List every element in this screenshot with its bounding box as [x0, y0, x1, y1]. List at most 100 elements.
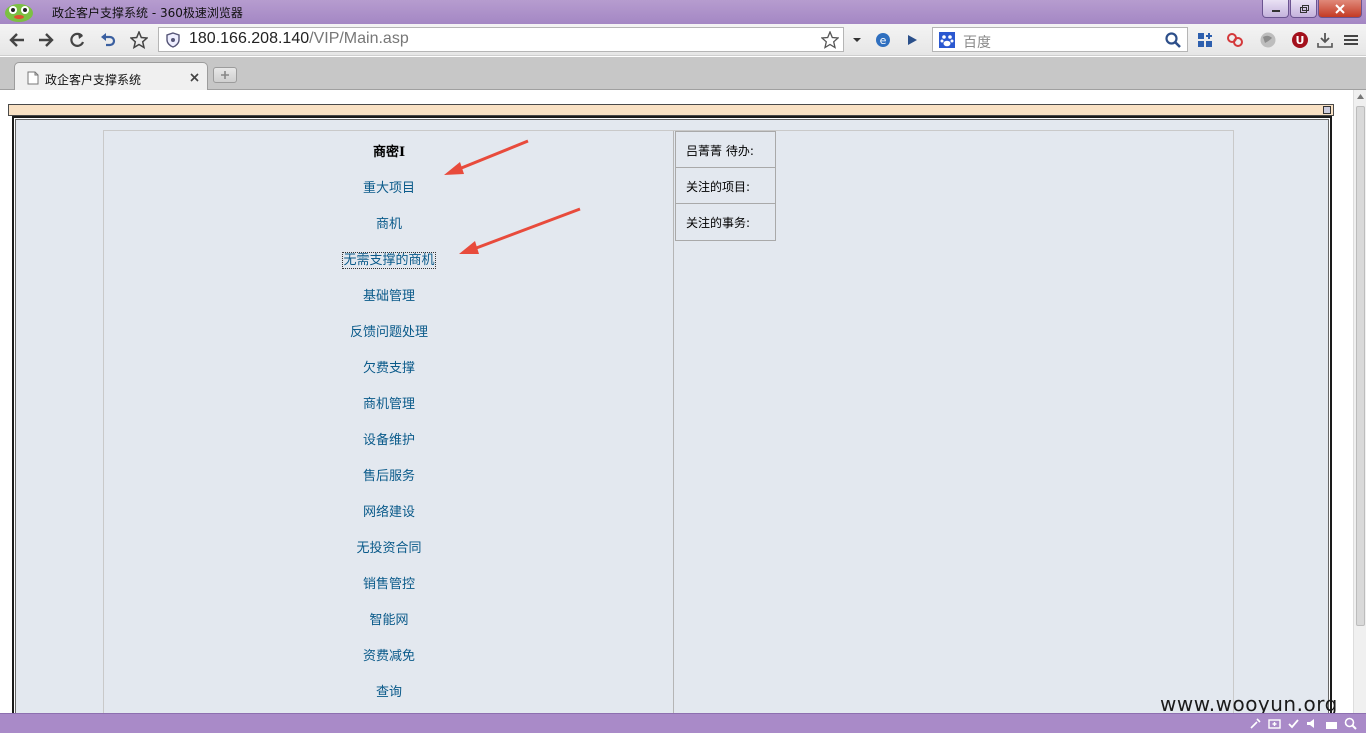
menu-link-fee-reduction[interactable]: 资费减免	[104, 645, 674, 664]
globe-button[interactable]	[1257, 29, 1279, 51]
menu-link-arrears-support[interactable]: 欠费支撑	[104, 357, 674, 376]
tab-close-icon[interactable]	[190, 73, 199, 82]
svg-text:e: e	[880, 34, 887, 47]
apps-button[interactable]	[1194, 29, 1216, 51]
browser-logo-icon	[5, 4, 33, 22]
tab-label: 政企客户支撑系统	[45, 73, 142, 87]
menu-link-major-projects[interactable]: 重大项目	[104, 177, 674, 196]
chevron-down-icon	[853, 38, 861, 42]
menu-link-sales-control[interactable]: 销售管控	[104, 573, 674, 592]
menu-link-unsupported-opportunities[interactable]: 无需支撑的商机	[104, 249, 674, 269]
todo-row: 吕菁菁 待办:	[676, 132, 775, 168]
menu-column: 商密I 重大项目 商机 无需支撑的商机 基础管理 反馈问题处理 欠费支撑 商机管…	[104, 131, 674, 713]
undo-close-button[interactable]	[97, 29, 119, 51]
status-device-button[interactable]	[1324, 716, 1339, 731]
baidu-paw-icon	[939, 32, 955, 48]
bookmark-button[interactable]	[128, 29, 150, 51]
user-u-icon: U	[1292, 32, 1308, 48]
minimize-button[interactable]	[1262, 0, 1289, 18]
undo-icon	[101, 33, 116, 47]
annotation-arrow-2	[459, 207, 581, 254]
menu-button[interactable]	[1340, 29, 1362, 51]
menu-link-opportunities[interactable]: 商机	[104, 213, 674, 232]
search-box[interactable]: 百度	[932, 27, 1188, 52]
status-bar	[0, 713, 1366, 733]
frame-toggle-button[interactable]	[1323, 106, 1331, 114]
tab-strip: 政企客户支撑系统	[0, 57, 1366, 91]
vertical-scrollbar[interactable]	[1353, 90, 1366, 713]
back-button[interactable]	[6, 29, 28, 51]
search-placeholder: 百度	[963, 35, 991, 51]
url-path: /VIP/Main.asp	[309, 30, 409, 47]
minimize-icon	[1271, 9, 1280, 12]
window-titlebar: 政企客户支撑系统 - 360极速浏览器	[0, 0, 1366, 24]
download-icon	[1317, 33, 1333, 48]
search-button[interactable]	[1162, 29, 1184, 51]
forward-arrow-icon	[39, 33, 54, 47]
menu-link-query[interactable]: 查询	[104, 681, 674, 700]
page-document-icon	[27, 71, 39, 85]
tool-icon	[1250, 718, 1261, 729]
security-shield-icon	[166, 32, 180, 48]
close-window-button[interactable]	[1318, 0, 1362, 18]
ie-mode-button[interactable]: e	[872, 29, 894, 51]
menu-link-equipment-maintenance[interactable]: 设备维护	[104, 429, 674, 448]
play-button[interactable]	[901, 29, 923, 51]
back-arrow-icon	[9, 33, 24, 47]
extension-rings-icon	[1227, 33, 1243, 47]
user-status-panel: 吕菁菁 待办: 关注的项目: 关注的事务:	[675, 131, 776, 241]
device-icon	[1326, 722, 1337, 729]
address-dropdown-button[interactable]	[846, 29, 868, 51]
favorite-star-icon[interactable]	[821, 31, 839, 49]
svg-text:U: U	[1296, 34, 1305, 47]
zoom-icon	[1344, 717, 1357, 730]
window-title: 政企客户支撑系统 - 360极速浏览器	[52, 6, 243, 20]
plus-icon	[221, 71, 229, 79]
scrollbar-thumb[interactable]	[1356, 106, 1365, 626]
menu-link-after-sales[interactable]: 售后服务	[104, 465, 674, 484]
address-bar[interactable]: 180.166.208.140/VIP/Main.asp	[158, 27, 844, 52]
status-volume-button[interactable]	[1305, 716, 1320, 731]
forward-button[interactable]	[35, 29, 57, 51]
menu-link-no-investment-contract[interactable]: 无投资合同	[104, 537, 674, 556]
reload-icon	[70, 32, 85, 47]
url-host: 180.166.208.140	[189, 30, 310, 47]
reload-button[interactable]	[66, 29, 88, 51]
menu-link-feedback-handling[interactable]: 反馈问题处理	[104, 321, 674, 340]
tab-active[interactable]: 政企客户支撑系统	[14, 62, 208, 91]
downloads-button[interactable]	[1314, 29, 1336, 51]
status-tool-button[interactable]	[1248, 716, 1263, 731]
annotation-arrow-1	[444, 139, 529, 175]
content-table: 商密I 重大项目 商机 无需支撑的商机 基础管理 反馈问题处理 欠费支撑 商机管…	[103, 130, 1234, 713]
close-icon	[1335, 3, 1345, 14]
account-button[interactable]: U	[1289, 29, 1311, 51]
followed-projects-row: 关注的项目:	[676, 168, 775, 204]
page-viewport: 商密I 重大项目 商机 无需支撑的商机 基础管理 反馈问题处理 欠费支撑 商机管…	[0, 90, 1356, 713]
check-icon	[1288, 719, 1299, 729]
new-tab-button[interactable]	[213, 67, 237, 83]
restore-icon	[1299, 4, 1309, 13]
hamburger-menu-icon	[1344, 35, 1358, 45]
star-icon	[130, 31, 148, 49]
menu-link-intelligent-network[interactable]: 智能网	[104, 609, 674, 628]
status-check-button[interactable]	[1286, 716, 1301, 731]
menu-link-basic-management[interactable]: 基础管理	[104, 285, 674, 304]
play-icon	[908, 35, 917, 45]
menu-link-network-construction[interactable]: 网络建设	[104, 501, 674, 520]
speaker-icon	[1307, 719, 1314, 728]
restore-button[interactable]	[1290, 0, 1317, 18]
ie-engine-icon: e	[876, 33, 890, 47]
scroll-up-icon[interactable]	[1356, 93, 1365, 100]
extension-button[interactable]	[1224, 29, 1246, 51]
apps-grid-icon	[1198, 33, 1212, 47]
status-zoom-button[interactable]	[1343, 716, 1358, 731]
globe-icon	[1260, 32, 1276, 48]
menu-title: 商密I	[372, 145, 406, 160]
browser-toolbar: 180.166.208.140/VIP/Main.asp e 百度 U	[0, 24, 1366, 56]
screenshot-icon	[1268, 719, 1281, 729]
frame-header-bar	[8, 104, 1334, 116]
status-screenshot-button[interactable]	[1267, 716, 1282, 731]
menu-link-opportunity-management[interactable]: 商机管理	[104, 393, 674, 412]
followed-affairs-row: 关注的事务:	[686, 216, 751, 230]
search-icon	[1165, 32, 1181, 48]
